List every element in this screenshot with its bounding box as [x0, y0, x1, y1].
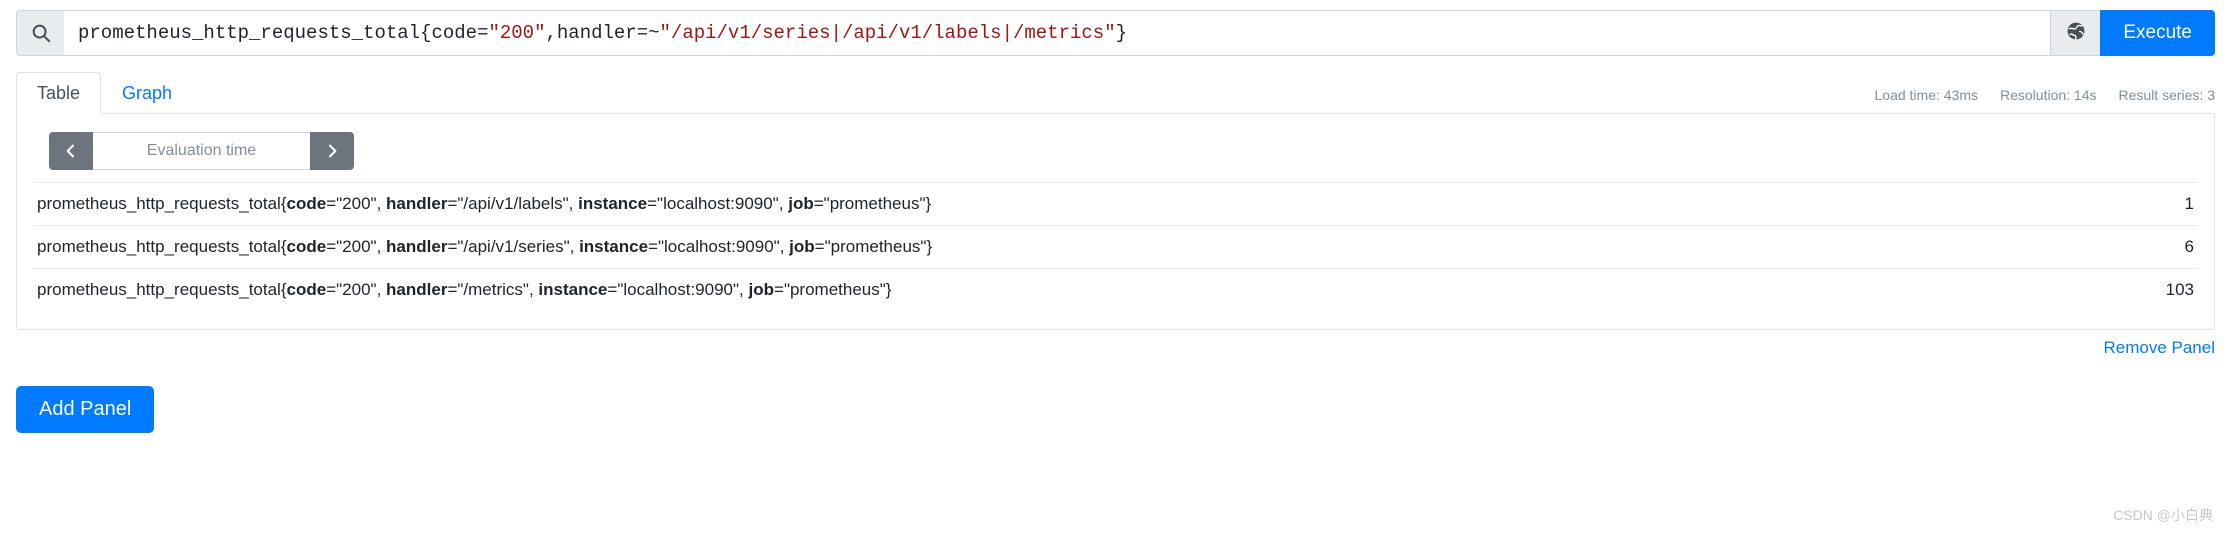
label-value: "localhost:9090"	[657, 237, 780, 256]
label-value: "200"	[336, 280, 377, 299]
label-value: "200"	[336, 237, 377, 256]
series-close-brace: }	[885, 280, 892, 299]
label-eq: =	[447, 280, 458, 299]
series-close-brace: }	[925, 194, 932, 213]
query-text-suffix: }	[1115, 22, 1127, 44]
remove-panel-link[interactable]: Remove Panel	[2103, 338, 2215, 357]
label-key: job	[789, 237, 815, 256]
label-sep: ,	[739, 280, 749, 299]
globe-icon	[2065, 20, 2087, 47]
label-key: code	[286, 194, 327, 213]
label-sep: ,	[528, 280, 539, 299]
label-eq: =	[648, 237, 658, 256]
label-key: handler	[386, 237, 448, 256]
label-eq: =	[447, 237, 458, 256]
series-value-cell: 103	[2078, 268, 2198, 311]
add-panel-row: Add Panel	[16, 386, 2231, 433]
tab-graph[interactable]: Graph	[101, 72, 193, 114]
evaluation-time-prev-button[interactable]	[49, 132, 93, 170]
label-key: handler	[386, 194, 448, 213]
label-eq: =	[326, 237, 337, 256]
result-series-stat: Result series: 3	[2118, 87, 2215, 103]
label-eq: =	[813, 194, 824, 213]
panel-tabs: Table Graph	[16, 72, 193, 114]
table-panel: prometheus_http_requests_total{code="200…	[16, 114, 2215, 330]
metric-name: prometheus_http_requests_total{	[37, 194, 287, 213]
query-bar: prometheus_http_requests_total{code="200…	[16, 10, 2215, 56]
metric-explorer-button[interactable]	[2050, 10, 2101, 56]
label-value: "localhost:9090"	[657, 194, 779, 213]
label-eq: =	[647, 194, 658, 213]
label-eq: =	[447, 194, 458, 213]
label-value: "/api/v1/labels"	[457, 194, 569, 213]
label-sep: ,	[778, 194, 789, 213]
label-sep: ,	[779, 237, 790, 256]
label-value: "prometheus"	[823, 194, 926, 213]
label-key: instance	[578, 194, 648, 213]
series-label-cell: prometheus_http_requests_total{code="200…	[33, 182, 2078, 226]
metric-name: prometheus_http_requests_total{	[37, 237, 287, 256]
query-text-mid: ,handler=~	[545, 22, 660, 44]
search-icon	[30, 22, 52, 44]
search-icon-addon	[16, 10, 64, 56]
label-eq: =	[326, 194, 337, 213]
label-key: handler	[386, 280, 448, 299]
series-value-cell: 1	[2078, 182, 2198, 226]
series-close-brace: }	[926, 237, 933, 256]
label-value: "prometheus"	[783, 280, 886, 299]
label-key: job	[748, 280, 775, 299]
query-text-code-value: "200"	[488, 22, 546, 44]
label-eq: =	[774, 280, 784, 299]
label-key: code	[286, 280, 327, 299]
chevron-right-icon	[324, 143, 340, 159]
label-value: "200"	[336, 194, 377, 213]
label-value: "/api/v1/series"	[457, 237, 570, 256]
add-panel-button[interactable]: Add Panel	[16, 386, 155, 433]
query-text-handler-value: "/api/v1/series|/api/v1/labels|/metrics"	[659, 22, 1116, 44]
series-label-cell: prometheus_http_requests_total{code="200…	[33, 225, 2078, 269]
evaluation-time-input[interactable]	[93, 132, 310, 170]
resolution-stat: Resolution: 14s	[2000, 87, 2097, 103]
label-value: "localhost:9090"	[617, 280, 740, 299]
results-table-body: prometheus_http_requests_total{code="200…	[33, 182, 2198, 311]
label-key: instance	[579, 237, 649, 256]
label-eq: =	[326, 280, 337, 299]
label-sep: ,	[376, 280, 387, 299]
tab-table[interactable]: Table	[16, 72, 102, 114]
chevron-left-icon	[63, 143, 79, 159]
label-key: job	[788, 194, 814, 213]
query-input[interactable]: prometheus_http_requests_total{code="200…	[64, 10, 2051, 56]
label-key: instance	[538, 280, 608, 299]
label-sep: ,	[376, 237, 387, 256]
load-time-stat: Load time: 43ms	[1874, 87, 1979, 103]
series-label-cell: prometheus_http_requests_total{code="200…	[33, 268, 2078, 311]
label-value: "prometheus"	[824, 237, 927, 256]
label-eq: =	[607, 280, 618, 299]
query-text-prefix: prometheus_http_requests_total{code=	[78, 22, 489, 44]
results-table: prometheus_http_requests_total{code="200…	[33, 182, 2198, 311]
execute-button[interactable]: Execute	[2100, 10, 2215, 56]
remove-panel-row: Remove Panel	[16, 338, 2215, 358]
table-row[interactable]: prometheus_http_requests_total{code="200…	[33, 268, 2198, 311]
series-value-cell: 6	[2078, 225, 2198, 269]
evaluation-time-group	[49, 132, 354, 170]
label-sep: ,	[569, 237, 580, 256]
evaluation-time-next-button[interactable]	[310, 132, 354, 170]
label-key: code	[286, 237, 327, 256]
label-eq: =	[814, 237, 825, 256]
query-stats: Load time: 43ms Resolution: 14s Result s…	[1875, 87, 2216, 113]
label-sep: ,	[376, 194, 387, 213]
watermark: CSDN @小白典	[2113, 507, 2213, 523]
label-value: "/metrics"	[457, 280, 529, 299]
panel-tabs-row: Table Graph Load time: 43ms Resolution: …	[16, 72, 2215, 114]
label-sep: ,	[568, 194, 579, 213]
metric-name: prometheus_http_requests_total{	[37, 280, 287, 299]
table-row[interactable]: prometheus_http_requests_total{code="200…	[33, 182, 2198, 226]
table-row[interactable]: prometheus_http_requests_total{code="200…	[33, 225, 2198, 269]
